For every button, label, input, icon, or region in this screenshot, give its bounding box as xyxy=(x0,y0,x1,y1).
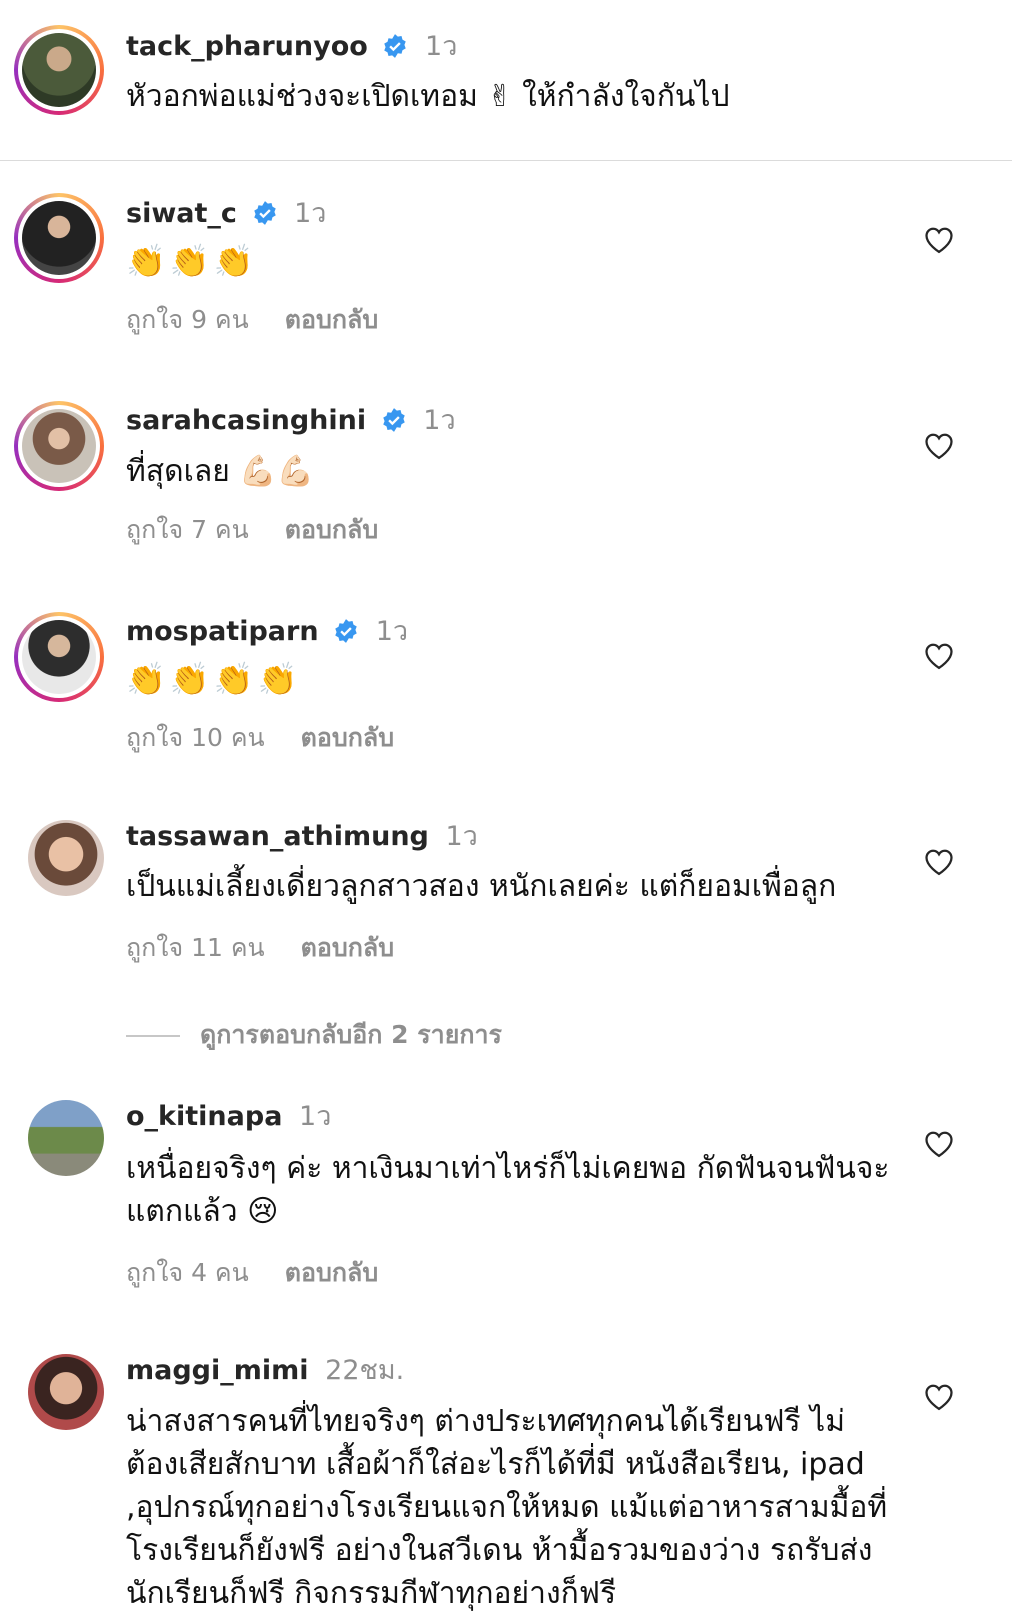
avatar[interactable] xyxy=(28,1100,104,1176)
heart-icon[interactable] xyxy=(924,432,954,460)
avatar[interactable] xyxy=(14,25,104,115)
heart-icon[interactable] xyxy=(924,226,954,254)
comment-time: 1ว xyxy=(445,821,478,852)
comment-text: 👏👏👏👏 xyxy=(126,660,302,698)
comment-time: 1ว xyxy=(375,616,409,647)
heart-icon[interactable] xyxy=(924,1130,954,1158)
view-more-replies-button[interactable]: ดูการตอบกลับอีก 2 รายการ xyxy=(126,1015,502,1055)
comment-text: เหนื่อยจริงๆ ค่ะ หาเงินมาเท่าไหร่ก็ไม่เค… xyxy=(126,1151,890,1229)
avatar[interactable] xyxy=(28,820,104,896)
comment-time: 22ชม. xyxy=(325,1355,405,1386)
heart-icon[interactable] xyxy=(924,848,954,876)
like-count[interactable]: ถูกใจ 4 คน xyxy=(126,1258,249,1287)
comment-header: sarahcasinghini 1ว xyxy=(126,404,456,438)
comment-text: ที่สุดเลย 💪🏻💪🏻 xyxy=(126,454,315,489)
comment-time: 1ว xyxy=(423,405,456,436)
comment-header: tassawan_athimung 1ว xyxy=(126,820,478,854)
like-count[interactable]: ถูกใจ 7 คน xyxy=(126,515,249,544)
reply-button[interactable]: ตอบกลับ xyxy=(285,515,378,544)
comment-header: o_kitinapa 1ว xyxy=(126,1100,331,1134)
avatar[interactable] xyxy=(28,1354,104,1430)
avatar[interactable] xyxy=(14,612,104,702)
like-count[interactable]: ถูกใจ 10 คน xyxy=(126,723,265,752)
avatar[interactable] xyxy=(14,401,104,491)
comment-meta: ถูกใจ 4 คน ตอบกลับ xyxy=(126,1253,378,1293)
username[interactable]: o_kitinapa xyxy=(126,1101,282,1132)
comment-meta: ถูกใจ 9 คน ตอบกลับ xyxy=(126,300,378,340)
comment-text: 👏👏👏 xyxy=(126,242,258,280)
reply-button[interactable]: ตอบกลับ xyxy=(301,933,394,962)
like-count[interactable]: ถูกใจ 11 คน xyxy=(126,933,265,962)
avatar[interactable] xyxy=(14,193,104,283)
comment-time: 1ว xyxy=(299,1101,332,1132)
username[interactable]: sarahcasinghini xyxy=(126,405,366,436)
verified-badge-icon xyxy=(384,34,407,58)
verified-badge-icon xyxy=(253,201,276,225)
comment-header: siwat_c 1ว xyxy=(126,197,326,231)
username[interactable]: tassawan_athimung xyxy=(126,821,429,852)
comment-meta: ถูกใจ 10 คน ตอบกลับ xyxy=(126,718,394,758)
username[interactable]: mospatiparn xyxy=(126,616,319,647)
comment-header: mospatiparn 1ว xyxy=(126,615,408,649)
like-count[interactable]: ถูกใจ 9 คน xyxy=(126,305,249,334)
reply-thread-line xyxy=(126,1035,180,1037)
comment-meta: ถูกใจ 11 คน ตอบกลับ xyxy=(126,928,394,968)
comment-text: เป็นแม่เลี้ยงเดี่ยวลูกสาวสอง หนักเลยค่ะ … xyxy=(126,869,837,904)
username[interactable]: tack_pharunyoo xyxy=(126,31,368,62)
reply-button[interactable]: ตอบกลับ xyxy=(285,1258,378,1287)
comment-header: maggi_mimi 22ชม. xyxy=(126,1354,404,1388)
verified-badge-icon xyxy=(382,408,405,432)
username[interactable]: siwat_c xyxy=(126,198,237,229)
comment-text: หัวอกพ่อแม่ช่วงจะเปิดเทอม ✌ ให้กำลังใจกั… xyxy=(126,79,730,114)
username[interactable]: maggi_mimi xyxy=(126,1355,309,1386)
reply-button[interactable]: ตอบกลับ xyxy=(301,723,394,752)
heart-icon[interactable] xyxy=(924,642,954,670)
comment-text: น่าสงสารคนที่ไทยจริงๆ ต่างประเทศทุกคนได้… xyxy=(126,1404,888,1611)
divider xyxy=(0,160,1012,161)
comment-header: tack_pharunyoo 1ว xyxy=(126,30,457,64)
comment-meta: ถูกใจ 7 คน ตอบกลับ xyxy=(126,510,378,550)
verified-badge-icon xyxy=(335,619,357,643)
reply-button[interactable]: ตอบกลับ xyxy=(285,305,378,334)
comment-time: 1ว xyxy=(294,198,327,229)
view-replies-label: ดูการตอบกลับอีก 2 รายการ xyxy=(200,1020,502,1049)
heart-icon[interactable] xyxy=(924,1383,954,1411)
comment-time: 1ว xyxy=(425,31,458,62)
